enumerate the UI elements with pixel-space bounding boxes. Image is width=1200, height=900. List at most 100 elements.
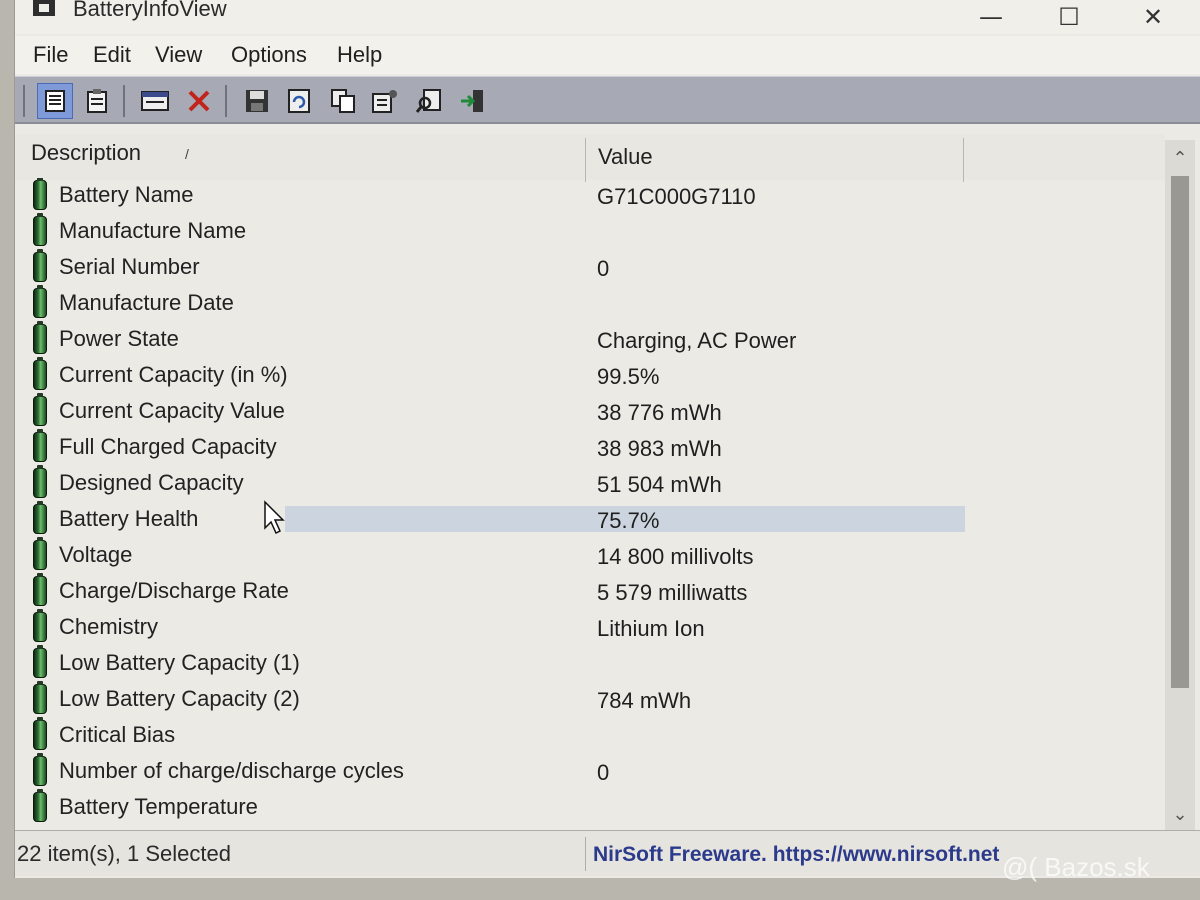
row-description: Low Battery Capacity (2) (59, 686, 300, 711)
minimize-button[interactable]: — (961, 2, 1021, 32)
delete-button[interactable] (181, 83, 217, 119)
toolbar-separator (23, 85, 25, 117)
details-view-icon (45, 90, 65, 112)
menu-file[interactable]: File (33, 42, 68, 68)
list-item[interactable]: Critical Bias (15, 717, 1165, 754)
copy-icon (331, 89, 355, 113)
properties-button[interactable] (137, 83, 173, 119)
menu-view[interactable]: View (155, 42, 202, 68)
list-item[interactable]: Manufacture Date (15, 285, 1165, 322)
report-view-button[interactable] (79, 83, 115, 119)
mouse-cursor-icon (264, 500, 285, 535)
list-item[interactable]: Manufacture Name (15, 213, 1165, 250)
list-item[interactable]: Chemistry Lithium Ion (15, 609, 1165, 646)
battery-icon (33, 285, 47, 318)
battery-icon (33, 789, 47, 822)
battery-icon (33, 645, 47, 678)
toolbar (15, 76, 1200, 124)
app-icon (33, 0, 55, 16)
scrollbar-thumb[interactable] (1171, 176, 1189, 688)
bazos-watermark: @( Bazos.sk (1002, 852, 1150, 882)
column-header-value[interactable]: Value (598, 144, 653, 170)
row-value: 0 (597, 256, 610, 281)
battery-icon (33, 429, 47, 462)
row-description: Manufacture Date (59, 290, 234, 315)
row-value: Lithium Ion (597, 616, 705, 641)
row-value: 51 504 mWh (597, 472, 722, 497)
list-item[interactable]: Charge/Discharge Rate 5 579 milliwatts (15, 573, 1165, 610)
find-button[interactable] (411, 83, 447, 119)
window-title: BatteryInfoView (73, 0, 227, 21)
scroll-up-icon[interactable]: ⌃ (1165, 144, 1195, 174)
list-item[interactable]: Full Charged Capacity 38 983 mWh (15, 429, 1165, 466)
sort-arrow-icon: / (185, 146, 189, 162)
save-icon (246, 90, 268, 112)
battery-icon (33, 178, 47, 210)
list-item[interactable]: Current Capacity Value 38 776 mWh (15, 393, 1165, 430)
battery-icon (33, 249, 47, 282)
column-header-description[interactable]: Description (31, 140, 141, 166)
column-divider[interactable] (585, 138, 586, 182)
maximize-button[interactable]: ☐ (1039, 2, 1099, 32)
row-description: Number of charge/discharge cycles (59, 758, 404, 783)
save-button[interactable] (239, 83, 275, 119)
refresh-button[interactable] (281, 83, 317, 119)
row-description: Chemistry (59, 614, 159, 639)
column-divider[interactable] (963, 138, 964, 182)
battery-icon (33, 465, 47, 498)
row-description: Current Capacity Value (59, 398, 285, 423)
report-view-icon (87, 89, 107, 113)
copy-button[interactable] (325, 83, 361, 119)
row-description: Current Capacity (in %) (59, 362, 288, 387)
row-description: Battery Temperature (59, 794, 258, 819)
row-description: Voltage (59, 542, 133, 567)
delete-icon (188, 90, 210, 112)
list-item[interactable]: Voltage 14 800 millivolts (15, 537, 1165, 574)
row-value: Charging, AC Power (597, 328, 797, 353)
row-description: Power State (59, 326, 179, 351)
list-item[interactable]: Low Battery Capacity (2) 784 mWh (15, 681, 1165, 718)
menu-options[interactable]: Options (231, 42, 307, 68)
exit-button[interactable] (455, 83, 491, 119)
row-value: 0 (597, 760, 610, 785)
nirsoft-link[interactable]: NirSoft Freeware. https://www.nirsoft.ne… (593, 843, 999, 867)
row-description: Battery Health (59, 506, 199, 531)
row-description: Manufacture Name (59, 218, 247, 243)
menu-edit[interactable]: Edit (93, 42, 131, 68)
row-value: 5 579 milliwatts (597, 580, 748, 605)
row-value: 38 983 mWh (597, 436, 722, 461)
list-item[interactable]: Current Capacity (in %) 99.5% (15, 357, 1165, 394)
list-item[interactable]: Battery Name G71C000G7110 (15, 178, 1165, 214)
close-button[interactable]: ✕ (1123, 2, 1183, 32)
vertical-scrollbar[interactable]: ⌃ ⌄ (1165, 140, 1195, 830)
row-description: Full Charged Capacity (59, 434, 277, 459)
battery-info-list: Battery Name G71C000G7110 Manufacture Na… (15, 178, 1165, 826)
list-header: Description / Value (15, 134, 1165, 182)
find-icon (416, 89, 441, 113)
list-item-selected[interactable]: Battery Health 75.7% (15, 501, 1165, 538)
list-item[interactable]: Power State Charging, AC Power (15, 321, 1165, 358)
battery-icon (33, 393, 47, 426)
row-value: G71C000G7110 (597, 184, 756, 209)
app-window: BatteryInfoView — ☐ ✕ File Edit View Opt… (14, 0, 1200, 878)
toolbar-separator (123, 85, 125, 117)
row-value: 784 mWh (597, 688, 692, 713)
row-description: Critical Bias (59, 722, 176, 747)
list-item[interactable]: Low Battery Capacity (1) (15, 645, 1165, 682)
scroll-down-icon[interactable]: ⌄ (1165, 800, 1195, 830)
list-item[interactable]: Serial Number 0 (15, 249, 1165, 286)
battery-icon (33, 753, 47, 786)
menu-help[interactable]: Help (337, 42, 382, 68)
list-item[interactable]: Battery Temperature (15, 789, 1165, 826)
list-item[interactable]: Designed Capacity 51 504 mWh (15, 465, 1165, 502)
battery-icon (33, 609, 47, 642)
battery-icon (33, 717, 47, 750)
row-value: 99.5% (597, 364, 660, 389)
options-button[interactable] (367, 83, 403, 119)
row-value: 75.7% (597, 508, 660, 533)
details-view-button[interactable] (37, 83, 73, 119)
list-item[interactable]: Number of charge/discharge cycles 0 (15, 753, 1165, 790)
battery-icon (33, 321, 47, 354)
row-description: Battery Name (59, 182, 194, 207)
battery-icon (33, 501, 47, 534)
